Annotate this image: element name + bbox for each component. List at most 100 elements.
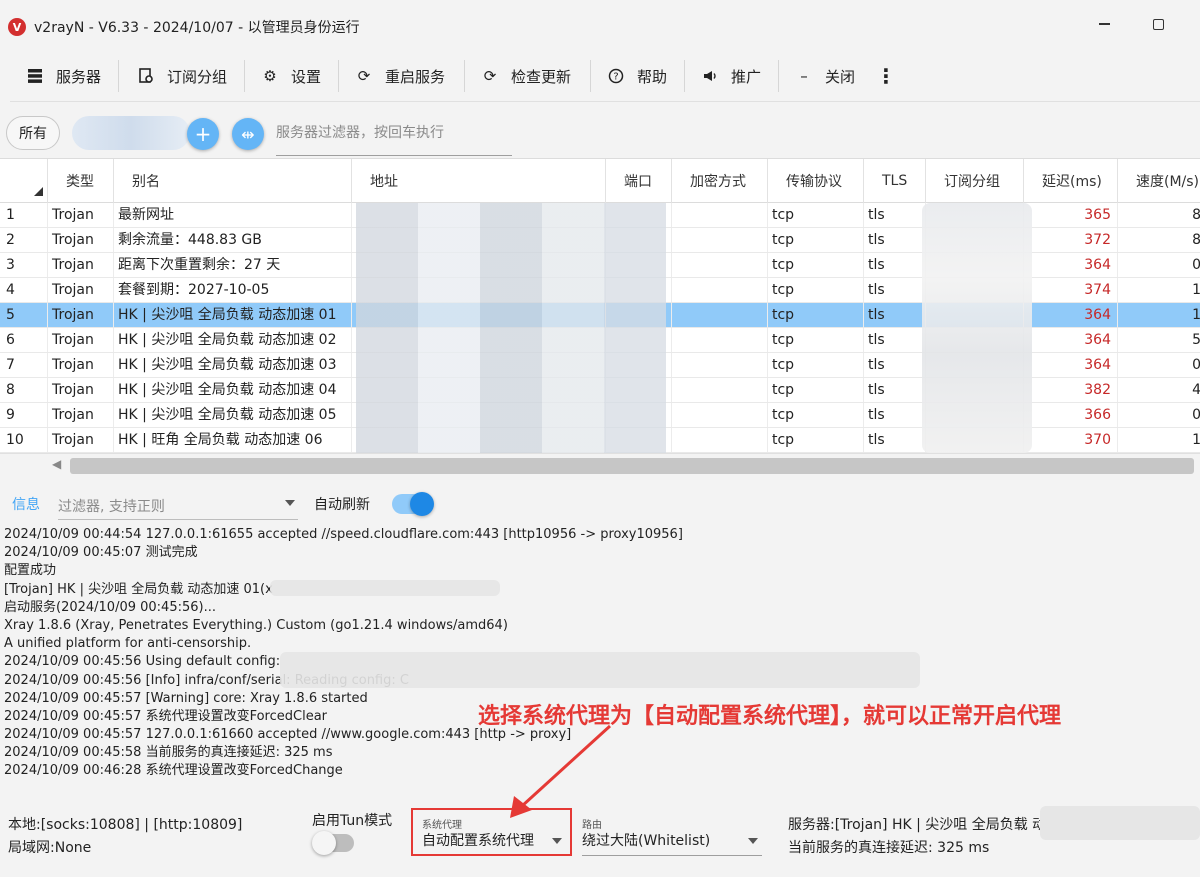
row-transport: tcp (768, 203, 864, 227)
toolbar-label: 检查更新 (511, 67, 572, 86)
lan-text: 局域网:None (8, 840, 92, 856)
toolbar-promote-button[interactable]: 推广 (701, 50, 761, 102)
log-line: 配置成功 (4, 563, 57, 579)
toolbar-restart-button[interactable]: ⟳ 重启服务 (355, 50, 445, 102)
row-alias: HK | 尖沙咀 全局负载 动态加速 05 (114, 403, 352, 427)
row-alias: HK | 尖沙咀 全局负载 动态加速 04 (114, 378, 352, 402)
row-alias: HK | 旺角 全局负载 动态加速 06 (114, 428, 352, 452)
row-delay: 364 (1024, 253, 1118, 277)
row-tls: tls (864, 228, 926, 252)
header-speed[interactable]: 速度(M/s) (1118, 159, 1200, 203)
gear-icon: ⚙ (263, 67, 277, 85)
row-type: Trojan (48, 353, 114, 377)
header-encryption[interactable]: 加密方式 (672, 159, 768, 203)
scrollbar-thumb[interactable] (70, 458, 1194, 474)
toolbar-update-button[interactable]: ⟳ 检查更新 (481, 50, 571, 102)
header-transport[interactable]: 传输协议 (768, 159, 864, 203)
group-all-chip[interactable]: 所有 (6, 116, 60, 150)
row-type: Trojan (48, 303, 114, 327)
header-alias[interactable]: 别名 (114, 159, 352, 203)
annotation-arrow-icon (510, 724, 612, 818)
row-speed: 1 (1118, 428, 1200, 452)
app-logo-icon: V (8, 18, 26, 36)
toolbar-divider (590, 60, 591, 92)
toolbar-settings-button[interactable]: ⚙ 设置 (261, 50, 321, 102)
header-tls[interactable]: TLS (864, 159, 926, 203)
toolbar-divider (338, 60, 339, 92)
row-type: Trojan (48, 228, 114, 252)
auto-refresh-toggle[interactable] (392, 492, 434, 516)
header-type[interactable]: 类型 (48, 159, 114, 203)
chevron-down-icon[interactable] (285, 500, 295, 506)
plus-icon: + (194, 122, 212, 146)
toolbar-help-button[interactable]: ? 帮助 (607, 50, 667, 102)
horizontal-scrollbar[interactable]: ◀ (0, 453, 1200, 476)
header-delay[interactable]: 延迟(ms) (1024, 159, 1118, 203)
row-tls: tls (864, 378, 926, 402)
header-address[interactable]: 地址 (352, 159, 606, 203)
row-encryption (672, 303, 768, 327)
header-subscription[interactable]: 订阅分组 (926, 159, 1024, 203)
routing-select[interactable]: 路由 绕过大陆(Whitelist) (582, 816, 762, 856)
toolbar-close-button[interactable]: – 关闭 (795, 50, 855, 102)
group-chip-blurred[interactable] (72, 116, 190, 150)
row-speed: 0 (1118, 403, 1200, 427)
status-redacted-block (1040, 806, 1200, 840)
row-transport: tcp (768, 228, 864, 252)
row-delay: 372 (1024, 228, 1118, 252)
row-index: 2 (0, 228, 48, 252)
row-index: 9 (0, 403, 48, 427)
server-filter-input[interactable]: 服务器过滤器，按回车执行 (276, 120, 512, 156)
toolbar-subscription-button[interactable]: 订阅分组 (137, 50, 227, 102)
toolbar-servers-button[interactable]: 服务器 (26, 50, 101, 102)
toolbar-divider (244, 60, 245, 92)
toolbar-label: 关闭 (825, 67, 856, 86)
row-index: 7 (0, 353, 48, 377)
select-all-corner[interactable] (0, 159, 48, 203)
chevron-down-icon (748, 838, 758, 844)
header-port[interactable]: 端口 (606, 159, 672, 203)
sort-group-button[interactable]: ⇹ (232, 118, 264, 150)
minimize-button[interactable] (1094, 14, 1114, 34)
toolbar-more-icon[interactable]: ⋮ (876, 50, 896, 102)
add-group-button[interactable]: + (187, 118, 219, 150)
row-tls: tls (864, 303, 926, 327)
toggle-knob (410, 492, 434, 516)
log-line: Xray 1.8.6 (Xray, Penetrates Everything.… (4, 617, 508, 633)
log-line: [Trojan] HK | 尖沙咀 全局负载 动态加速 01(x (4, 581, 273, 597)
row-speed: 8 (1118, 228, 1200, 252)
row-delay: 364 (1024, 328, 1118, 352)
maximize-button[interactable] (1148, 14, 1168, 34)
row-alias: 最新网址 (114, 203, 352, 227)
auto-refresh-label: 自动刷新 (314, 497, 370, 513)
routing-value: 绕过大陆(Whitelist) (582, 833, 711, 849)
log-toolbar: 信息 过滤器, 支持正则 自动刷新 (0, 486, 1200, 522)
row-encryption (672, 228, 768, 252)
megaphone-icon (701, 67, 719, 85)
update-icon: ⟳ (483, 67, 497, 85)
table-header: 类型 别名 地址 端口 加密方式 传输协议 TLS 订阅分组 延迟(ms) 速度… (0, 159, 1200, 203)
row-delay: 364 (1024, 303, 1118, 327)
row-delay: 370 (1024, 428, 1118, 452)
toggle-knob (312, 831, 336, 855)
row-delay: 365 (1024, 203, 1118, 227)
row-tls: tls (864, 353, 926, 377)
log-filter-input[interactable]: 过滤器, 支持正则 (58, 490, 298, 520)
scroll-left-icon[interactable]: ◀ (52, 457, 61, 471)
toolbar-divider (464, 60, 465, 92)
row-encryption (672, 428, 768, 452)
tun-mode-label: 启用Tun模式 (312, 813, 393, 829)
minimize-icon (1098, 23, 1110, 25)
row-transport: tcp (768, 428, 864, 452)
toolbar-label: 推广 (731, 67, 762, 86)
row-type: Trojan (48, 203, 114, 227)
row-encryption (672, 203, 768, 227)
toolbar-label: 帮助 (637, 67, 668, 86)
toolbar-divider (778, 60, 779, 92)
tab-info[interactable]: 信息 (12, 494, 40, 514)
row-transport: tcp (768, 253, 864, 277)
minus-icon: – (800, 67, 808, 85)
corner-triangle-icon (34, 187, 43, 196)
row-tls: tls (864, 328, 926, 352)
tun-mode-toggle[interactable] (312, 831, 354, 855)
